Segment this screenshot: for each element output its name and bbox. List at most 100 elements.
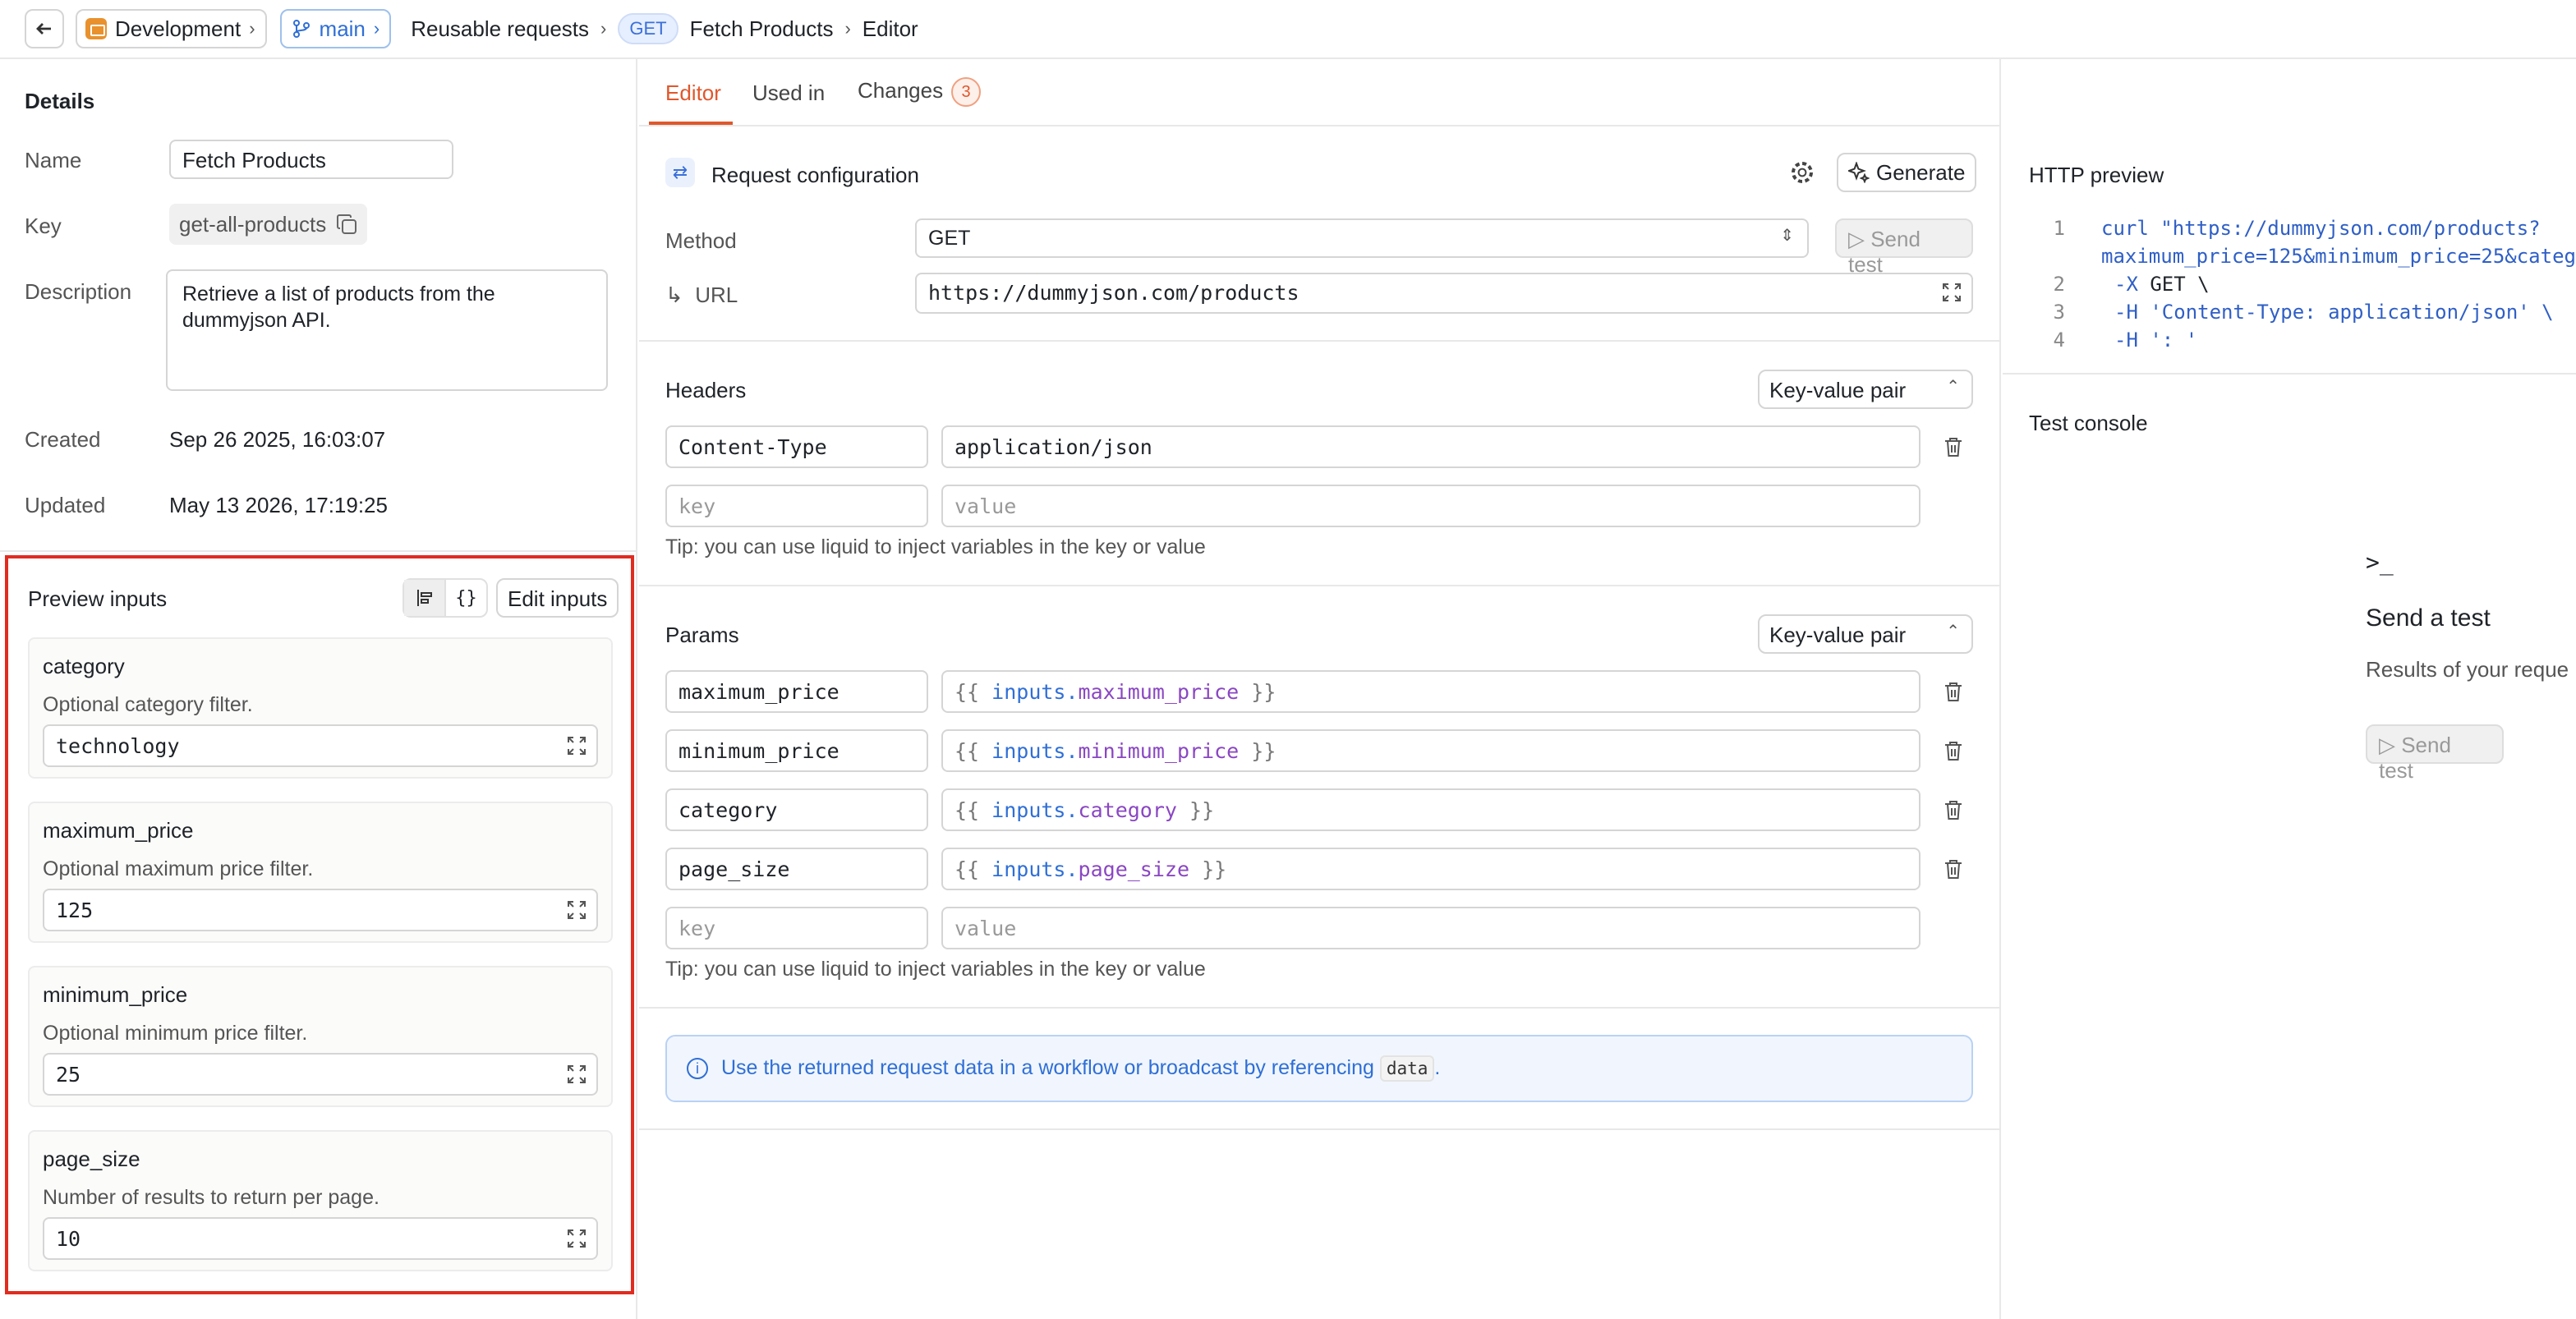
input-value-field[interactable]: 125 <box>43 889 598 931</box>
gear-icon[interactable] <box>1789 159 1815 186</box>
send-test-button[interactable]: ▷ Send test <box>1835 218 1973 277</box>
environment-selector[interactable]: Development › <box>76 9 267 48</box>
divider <box>639 585 2001 586</box>
expand-icon[interactable] <box>567 736 586 756</box>
info-callout: i Use the returned request data in a wor… <box>665 1035 1973 1102</box>
back-button[interactable] <box>25 9 64 48</box>
liquid-open: {{ <box>954 680 980 704</box>
terminal-icon: >_ <box>2366 549 2394 576</box>
param-value-input[interactable]: {{ inputs.maximum_price }} <box>941 670 1920 713</box>
param-value-input[interactable]: {{ inputs.minimum_price }} <box>941 729 1920 772</box>
folder-icon <box>85 18 107 39</box>
trash-icon[interactable] <box>1942 739 1965 762</box>
input-card-category: category Optional category filter. techn… <box>28 637 613 779</box>
param-value-input[interactable]: {{ inputs.category }} <box>941 788 1920 831</box>
input-card-minimum-price: minimum_price Optional minimum price fil… <box>28 966 613 1107</box>
code-flag: -X <box>2114 273 2138 296</box>
trash-icon[interactable] <box>1942 435 1965 458</box>
liquid-open: {{ <box>954 798 980 822</box>
method-label: Method <box>665 228 737 253</box>
chevron-right-icon: › <box>249 18 255 39</box>
editor-panel: Editor Used in Changes 3 ⇄ Request config… <box>639 59 2001 1319</box>
param-key-input[interactable]: minimum_price <box>665 729 928 772</box>
input-description: Optional maximum price filter. <box>43 857 314 880</box>
breadcrumb-request[interactable]: Fetch Products <box>690 16 834 42</box>
name-field[interactable]: Fetch Products <box>169 140 453 179</box>
method-select[interactable]: GET ⇕ <box>915 218 1809 258</box>
code-text: ': ' <box>2137 329 2198 352</box>
description-label: Description <box>25 279 132 304</box>
header-key-input-empty[interactable]: key <box>665 485 928 527</box>
trash-icon[interactable] <box>1942 857 1965 880</box>
code-line: maximum_price=125&minimum_price=25&categ <box>2101 245 2576 268</box>
send-test-label: Send test <box>2379 733 2451 783</box>
input-card-maximum-price: maximum_price Optional maximum price fil… <box>28 802 613 943</box>
tab-changes[interactable]: Changes 3 <box>858 77 982 107</box>
line-number: 4 <box>2053 329 2065 352</box>
url-value: https://dummyjson.com/products <box>928 281 1300 305</box>
breadcrumb-page: Editor <box>862 16 918 41</box>
description-field[interactable]: Retrieve a list of products from the dum… <box>166 269 608 391</box>
request-config-heading: Request configuration <box>711 163 919 187</box>
generate-label: Generate <box>1876 159 1966 185</box>
align-left-icon <box>416 590 432 606</box>
view-toggle: {} <box>402 578 488 618</box>
line-number: 1 <box>2053 217 2065 240</box>
tab-editor[interactable]: Editor <box>665 80 721 106</box>
breadcrumb-reusable-requests[interactable]: Reusable requests <box>411 16 589 42</box>
expand-icon[interactable] <box>567 900 586 920</box>
swap-icon: ⇄ <box>665 158 695 187</box>
liquid-variable: maximum_price <box>1078 680 1240 704</box>
input-name: page_size <box>43 1147 140 1171</box>
tab-used-in[interactable]: Used in <box>752 80 825 106</box>
code-line: curl "https://dummyjson.com/products? <box>2101 217 2541 240</box>
console-send-test-button[interactable]: ▷ Send test <box>2366 724 2504 783</box>
top-bar: Development › main › Reusable requests ›… <box>0 0 2576 59</box>
json-view-toggle[interactable]: {} <box>446 580 486 616</box>
liquid-open: {{ <box>954 857 980 881</box>
created-value: Sep 26 2025, 16:03:07 <box>169 427 386 452</box>
param-key-input[interactable]: page_size <box>665 848 928 890</box>
return-arrow-icon: ↳ <box>665 283 683 307</box>
info-suffix: . <box>1434 1056 1441 1079</box>
header-key-input[interactable]: Content-Type <box>665 425 928 468</box>
headers-mode-select[interactable]: Key-value pair <box>1758 370 1973 409</box>
input-value-field[interactable]: 25 <box>43 1053 598 1096</box>
key-label: Key <box>25 214 62 238</box>
param-key-input[interactable]: category <box>665 788 928 831</box>
divider <box>2003 373 2576 375</box>
updated-value: May 13 2026, 17:19:25 <box>169 493 388 517</box>
line-number: 3 <box>2053 301 2065 324</box>
param-value-input[interactable]: {{ inputs.page_size }} <box>941 848 1920 890</box>
param-value-input-empty[interactable]: value <box>941 907 1920 949</box>
chevron-right-icon: › <box>844 18 851 39</box>
code-text: 'Content-Type: application/json' \ <box>2137 301 2554 324</box>
param-key-input-empty[interactable]: key <box>665 907 928 949</box>
copy-icon[interactable] <box>336 214 357 235</box>
line-number: 2 <box>2053 273 2065 296</box>
url-label-row: ↳ URL <box>665 283 738 308</box>
trash-icon[interactable] <box>1942 798 1965 821</box>
params-tip: Tip: you can use liquid to inject variab… <box>665 958 1206 981</box>
edit-inputs-button[interactable]: Edit inputs <box>496 578 619 618</box>
param-key-input[interactable]: maximum_price <box>665 670 928 713</box>
header-value-input-empty[interactable]: value <box>941 485 1920 527</box>
details-heading: Details <box>25 89 95 113</box>
key-chip: get-all-products <box>169 204 368 245</box>
updated-label: Updated <box>25 493 106 517</box>
environment-label: Development <box>115 16 242 41</box>
header-value-input[interactable]: application/json <box>941 425 1920 468</box>
generate-button[interactable]: Generate <box>1837 153 1977 192</box>
url-input[interactable]: https://dummyjson.com/products <box>915 273 1973 314</box>
expand-icon[interactable] <box>567 1064 586 1084</box>
trash-icon[interactable] <box>1942 680 1965 703</box>
expand-icon[interactable] <box>567 1229 586 1248</box>
form-view-toggle[interactable] <box>404 580 446 616</box>
code-line: -H ': ' <box>2114 329 2197 352</box>
params-mode-select[interactable]: Key-value pair <box>1758 614 1973 654</box>
preview-inputs-heading: Preview inputs <box>28 586 168 611</box>
input-value-field[interactable]: 10 <box>43 1217 598 1260</box>
input-value-field[interactable]: technology <box>43 724 598 767</box>
branch-selector[interactable]: main › <box>279 9 392 48</box>
expand-icon[interactable] <box>1942 283 1962 302</box>
